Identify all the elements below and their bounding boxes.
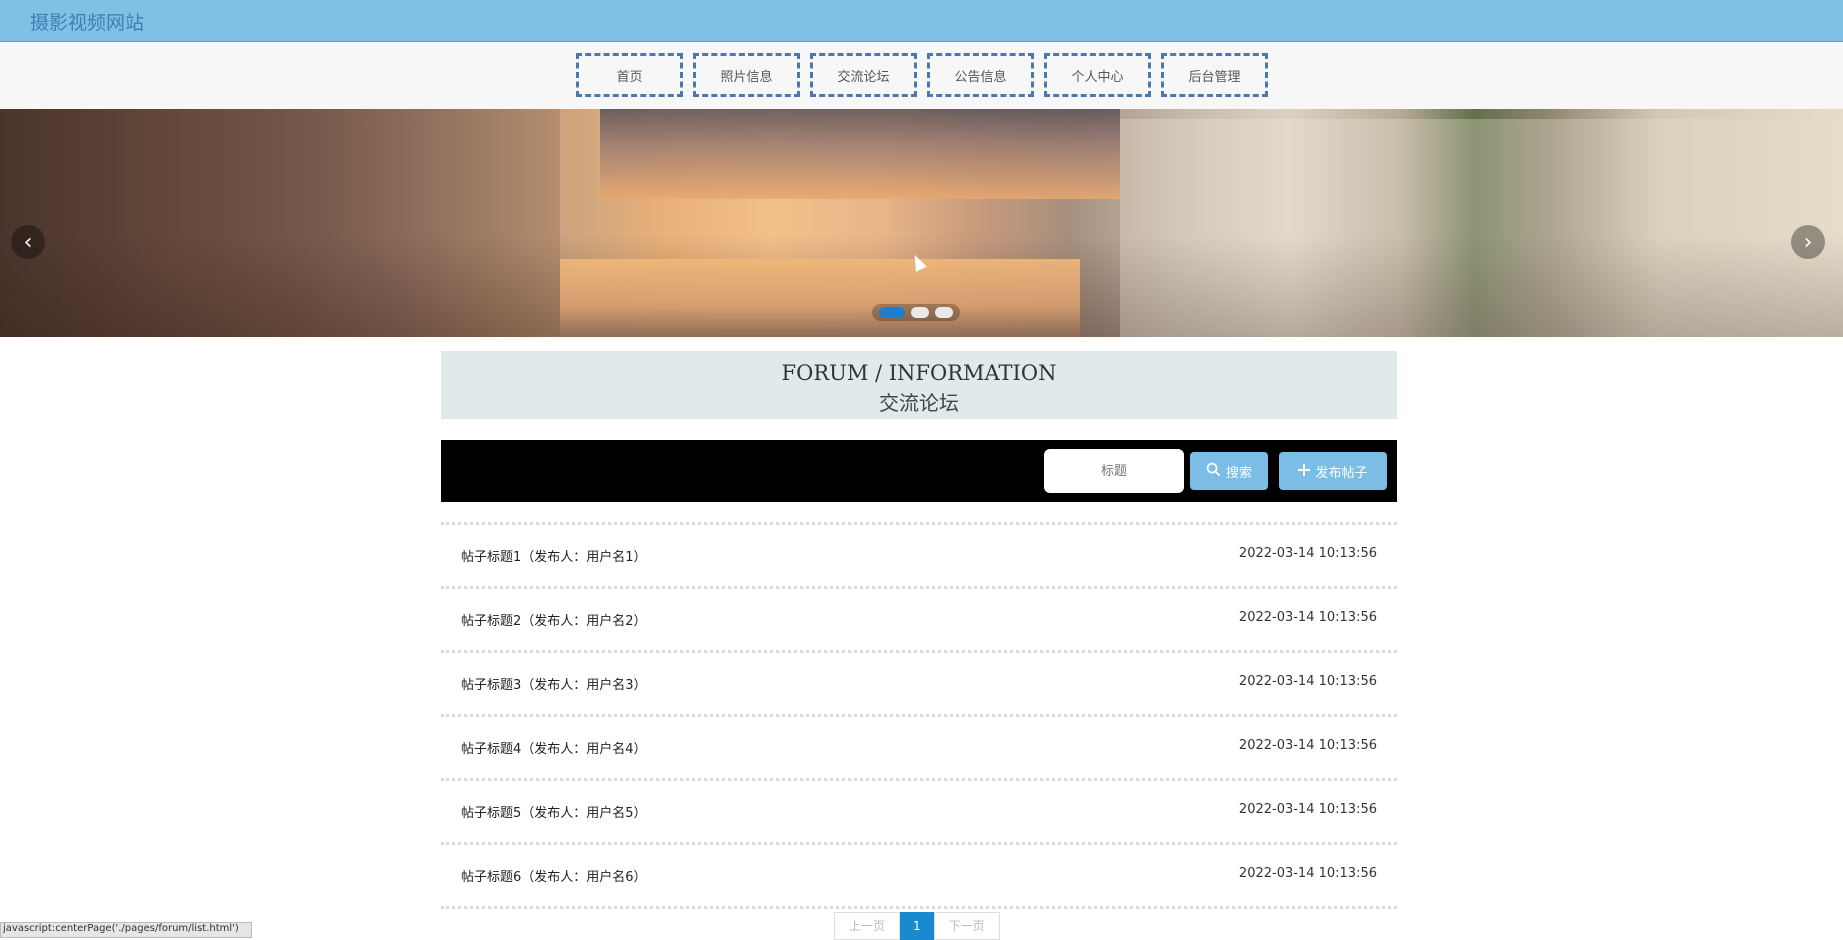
carousel-prev-button[interactable]: ‹: [11, 225, 45, 259]
section-header: FORUM / INFORMATION 交流论坛: [441, 351, 1397, 419]
banner-buildings-right: [1120, 119, 1843, 337]
post-title[interactable]: 帖子标题4（发布人：用户名4）: [461, 738, 647, 757]
list-item[interactable]: 帖子标题6（发布人：用户名6） 2022-03-14 10:13:56: [441, 842, 1397, 909]
section-title-en: FORUM / INFORMATION: [781, 361, 1057, 385]
post-time: 2022-03-14 10:13:56: [1238, 802, 1377, 817]
page-number-current[interactable]: 1: [900, 912, 934, 940]
list-item[interactable]: 帖子标题1（发布人：用户名1） 2022-03-14 10:13:56: [441, 522, 1397, 586]
post-time: 2022-03-14 10:13:56: [1238, 610, 1377, 625]
list-item[interactable]: 帖子标题2（发布人：用户名2） 2022-03-14 10:13:56: [441, 586, 1397, 650]
pagination: 上一页 1 下一页: [834, 912, 1000, 940]
post-list: 帖子标题1（发布人：用户名1） 2022-03-14 10:13:56 帖子标题…: [441, 522, 1397, 909]
carousel-dot-1[interactable]: [879, 307, 905, 318]
new-post-button[interactable]: 发布帖子: [1279, 452, 1387, 490]
plus-icon: [1298, 462, 1311, 480]
banner-canal: [560, 259, 1080, 337]
top-header: 摄影视频网站: [0, 0, 1843, 42]
search-icon: [1206, 462, 1221, 481]
list-item[interactable]: 帖子标题5（发布人：用户名5） 2022-03-14 10:13:56: [441, 778, 1397, 842]
post-title[interactable]: 帖子标题6（发布人：用户名6）: [461, 866, 647, 885]
site-title[interactable]: 摄影视频网站: [30, 8, 144, 35]
list-item[interactable]: 帖子标题3（发布人：用户名3） 2022-03-14 10:13:56: [441, 650, 1397, 714]
nav-item-admin[interactable]: 后台管理: [1161, 53, 1268, 97]
chevron-right-icon: ›: [1803, 229, 1813, 255]
banner-carousel[interactable]: ‹ ›: [0, 109, 1843, 337]
next-page-button[interactable]: 下一页: [933, 912, 1000, 940]
search-bar: 搜索 发布帖子: [441, 440, 1397, 502]
nav-item-home[interactable]: 首页: [576, 53, 683, 97]
carousel-next-button[interactable]: ›: [1791, 225, 1825, 259]
search-button-label: 搜索: [1225, 465, 1252, 481]
chevron-left-icon: ‹: [23, 229, 33, 255]
banner-sky: [600, 109, 1120, 199]
post-time: 2022-03-14 10:13:56: [1238, 738, 1377, 753]
post-title[interactable]: 帖子标题5（发布人：用户名5）: [461, 802, 647, 821]
search-input[interactable]: [1044, 449, 1184, 493]
carousel-dot-2[interactable]: [911, 307, 929, 318]
post-time: 2022-03-14 10:13:56: [1238, 674, 1377, 689]
banner-buildings-left: [0, 109, 560, 337]
prev-page-button[interactable]: 上一页: [834, 912, 901, 940]
section-title-cn: 交流论坛: [879, 391, 959, 415]
nav-item-photos[interactable]: 照片信息: [693, 53, 800, 97]
search-button[interactable]: 搜索: [1190, 452, 1268, 490]
nav-item-profile[interactable]: 个人中心: [1044, 53, 1151, 97]
new-post-button-label: 发布帖子: [1315, 465, 1368, 481]
post-title[interactable]: 帖子标题2（发布人：用户名2）: [461, 610, 647, 629]
nav-item-notices[interactable]: 公告信息: [927, 53, 1034, 97]
post-title[interactable]: 帖子标题1（发布人：用户名1）: [461, 546, 647, 565]
carousel-indicators: [872, 304, 960, 321]
list-item[interactable]: 帖子标题4（发布人：用户名4） 2022-03-14 10:13:56: [441, 714, 1397, 778]
post-time: 2022-03-14 10:13:56: [1238, 866, 1377, 881]
post-time: 2022-03-14 10:13:56: [1238, 546, 1377, 561]
browser-status-bar: javascript:centerPage('./pages/forum/lis…: [0, 922, 252, 938]
nav-item-forum[interactable]: 交流论坛: [810, 53, 917, 97]
post-title[interactable]: 帖子标题3（发布人：用户名3）: [461, 674, 647, 693]
main-nav: 首页 照片信息 交流论坛 公告信息 个人中心 后台管理: [0, 42, 1843, 109]
carousel-dot-3[interactable]: [935, 307, 953, 318]
